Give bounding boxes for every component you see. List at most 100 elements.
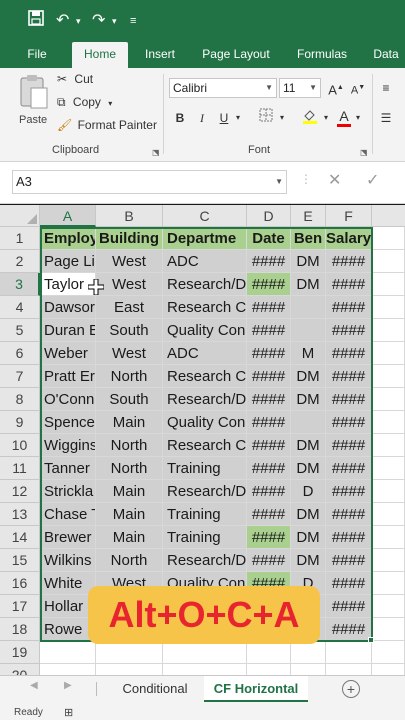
- row-header-10[interactable]: 10: [0, 434, 40, 457]
- cell-a8[interactable]: O'Conn: [40, 388, 96, 411]
- cell-f20[interactable]: [326, 664, 372, 675]
- tab-file[interactable]: File: [18, 42, 56, 68]
- cell-f19[interactable]: [326, 641, 372, 664]
- chevron-down-icon[interactable]: ▾: [322, 108, 330, 128]
- tab-home[interactable]: Home: [72, 42, 128, 68]
- cell-e9[interactable]: [291, 411, 326, 434]
- cell-c4[interactable]: Research Ce: [163, 296, 247, 319]
- cell-a12[interactable]: Strickla: [40, 480, 96, 503]
- cell-g7[interactable]: [372, 365, 405, 388]
- column-header-e[interactable]: E: [291, 205, 326, 227]
- cell-b13[interactable]: Main: [96, 503, 163, 526]
- cell-f9[interactable]: ####: [326, 411, 372, 434]
- column-header-a[interactable]: A: [40, 205, 96, 227]
- row-header-8[interactable]: 8: [0, 388, 40, 411]
- macro-record-icon[interactable]: ⊞: [64, 706, 73, 719]
- cell-f4[interactable]: ####: [326, 296, 372, 319]
- cell-a5[interactable]: Duran E: [40, 319, 96, 342]
- cell-a7[interactable]: Pratt Er: [40, 365, 96, 388]
- cell-b6[interactable]: West: [96, 342, 163, 365]
- cell-f6[interactable]: ####: [326, 342, 372, 365]
- cell-a4[interactable]: Dawsor: [40, 296, 96, 319]
- cell-a9[interactable]: Spencer: [40, 411, 96, 434]
- cell-g16[interactable]: [372, 572, 405, 595]
- cell-c1[interactable]: Departme: [163, 227, 247, 250]
- cell-g4[interactable]: [372, 296, 405, 319]
- cell-e14[interactable]: DM: [291, 526, 326, 549]
- decrease-font-icon[interactable]: A▼: [349, 78, 367, 98]
- cell-a15[interactable]: Wilkins: [40, 549, 96, 572]
- cell-a20[interactable]: [40, 664, 96, 675]
- cell-d6[interactable]: ####: [247, 342, 291, 365]
- tab-insert[interactable]: Insert: [138, 42, 182, 68]
- fill-color-icon[interactable]: [300, 108, 320, 128]
- cell-c9[interactable]: Quality Con: [163, 411, 247, 434]
- tab-formulas[interactable]: Formulas: [290, 42, 354, 68]
- cell-c13[interactable]: Training: [163, 503, 247, 526]
- fill-handle[interactable]: [368, 637, 374, 643]
- cell-c15[interactable]: Research/D: [163, 549, 247, 572]
- cell-c5[interactable]: Quality Con: [163, 319, 247, 342]
- borders-icon[interactable]: [256, 108, 276, 128]
- font-name-combo[interactable]: Calibri ▼: [169, 78, 277, 98]
- cell-d15[interactable]: ####: [247, 549, 291, 572]
- cell-e2[interactable]: DM: [291, 250, 326, 273]
- cell-c10[interactable]: Research Ce: [163, 434, 247, 457]
- cell-a14[interactable]: Brewer: [40, 526, 96, 549]
- cell-e15[interactable]: DM: [291, 549, 326, 572]
- add-sheet-icon[interactable]: +: [342, 680, 360, 698]
- cell-a10[interactable]: Wiggins: [40, 434, 96, 457]
- undo-icon[interactable]: ↶: [56, 10, 69, 32]
- cell-a16[interactable]: White: [40, 572, 96, 595]
- cell-g19[interactable]: [372, 641, 405, 664]
- row-header-19[interactable]: 19: [0, 641, 40, 664]
- cell-g6[interactable]: [372, 342, 405, 365]
- font-size-combo[interactable]: 11 ▼: [279, 78, 321, 98]
- cell-g8[interactable]: [372, 388, 405, 411]
- cell-c19[interactable]: [163, 641, 247, 664]
- cell-e20[interactable]: [291, 664, 326, 675]
- cell-c2[interactable]: ADC: [163, 250, 247, 273]
- cell-e3[interactable]: DM: [291, 273, 326, 296]
- cell-a13[interactable]: Chase T: [40, 503, 96, 526]
- cell-b8[interactable]: South: [96, 388, 163, 411]
- row-header-17[interactable]: 17: [0, 595, 40, 618]
- cell-d3[interactable]: ####: [247, 273, 291, 296]
- cell-b20[interactable]: [96, 664, 163, 675]
- sheet-tab-cf-horizontal[interactable]: CF Horizontal: [204, 676, 308, 702]
- cell-e1[interactable]: Ben: [291, 227, 326, 250]
- tab-data[interactable]: Data: [366, 42, 405, 68]
- cell-f2[interactable]: ####: [326, 250, 372, 273]
- cell-f16[interactable]: ####: [326, 572, 372, 595]
- cell-a2[interactable]: Page Lis: [40, 250, 96, 273]
- cell-c14[interactable]: Training: [163, 526, 247, 549]
- cell-g1[interactable]: [372, 227, 405, 250]
- cell-d13[interactable]: ####: [247, 503, 291, 526]
- row-header-9[interactable]: 9: [0, 411, 40, 434]
- cell-f10[interactable]: ####: [326, 434, 372, 457]
- cell-g18[interactable]: [372, 618, 405, 641]
- cut-button[interactable]: ✂ Cut: [57, 72, 93, 90]
- cell-b4[interactable]: East: [96, 296, 163, 319]
- row-header-12[interactable]: 12: [0, 480, 40, 503]
- cell-a1[interactable]: Employ: [40, 227, 96, 250]
- cell-a11[interactable]: Tanner: [40, 457, 96, 480]
- cell-d20[interactable]: [247, 664, 291, 675]
- cell-e12[interactable]: D: [291, 480, 326, 503]
- cell-g17[interactable]: [372, 595, 405, 618]
- cell-b1[interactable]: Building: [96, 227, 163, 250]
- cell-c3[interactable]: Research/D: [163, 273, 247, 296]
- cell-b7[interactable]: North: [96, 365, 163, 388]
- align-left-icon[interactable]: ☰: [378, 108, 394, 128]
- cell-a6[interactable]: Weber: [40, 342, 96, 365]
- cell-d8[interactable]: ####: [247, 388, 291, 411]
- italic-button[interactable]: I: [194, 108, 210, 128]
- row-header-1[interactable]: 1: [0, 227, 40, 250]
- cell-b15[interactable]: North: [96, 549, 163, 572]
- cell-e10[interactable]: DM: [291, 434, 326, 457]
- cell-d10[interactable]: ####: [247, 434, 291, 457]
- cell-d7[interactable]: ####: [247, 365, 291, 388]
- cell-f18[interactable]: ####: [326, 618, 372, 641]
- row-header-15[interactable]: 15: [0, 549, 40, 572]
- cell-g12[interactable]: [372, 480, 405, 503]
